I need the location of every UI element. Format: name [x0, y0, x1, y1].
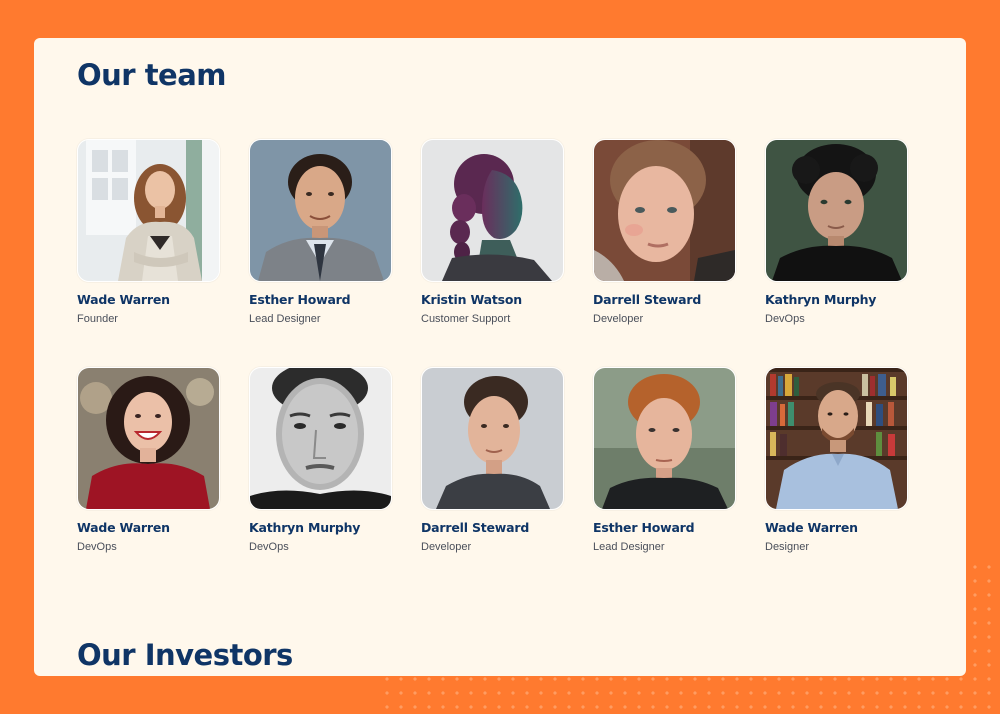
member-name: Kathryn Murphy [765, 292, 877, 307]
member-photo [421, 367, 564, 510]
member-role: Designer [765, 541, 810, 553]
member-photo [249, 367, 392, 510]
member-photo [77, 367, 220, 510]
team-member-card[interactable]: Darrell Steward Developer [593, 139, 736, 325]
team-member-card[interactable]: Kathryn Murphy DevOps [249, 367, 392, 553]
portrait-man-red-hair [594, 368, 735, 509]
content-card: Our team Wade Warren Founder Esther Howa… [34, 38, 966, 676]
member-photo [77, 139, 220, 282]
member-photo [249, 139, 392, 282]
member-role: Lead Designer [593, 541, 665, 553]
team-member-card[interactable]: Darrell Steward Developer [421, 367, 564, 553]
member-role: Lead Designer [249, 313, 321, 325]
team-member-card[interactable]: Wade Warren DevOps [77, 367, 220, 553]
member-name: Wade Warren [77, 292, 170, 307]
member-role: DevOps [765, 313, 805, 325]
member-name: Darrell Steward [421, 520, 530, 535]
team-member-card[interactable]: Esther Howard Lead Designer [593, 367, 736, 553]
investors-section-title: Our Investors [77, 638, 293, 672]
portrait-woman-blazer-window [78, 140, 219, 281]
member-role: Customer Support [421, 313, 511, 325]
team-member-card[interactable]: Wade Warren Designer [765, 367, 908, 553]
member-photo [421, 139, 564, 282]
member-role: Developer [593, 313, 644, 325]
portrait-man-grey-sweater [250, 140, 391, 281]
member-role: DevOps [77, 541, 117, 553]
team-grid: Wade Warren Founder Esther Howard Lead D… [77, 139, 908, 553]
member-name: Kristin Watson [421, 292, 522, 307]
member-name: Esther Howard [593, 520, 695, 535]
portrait-man-black-white [250, 368, 391, 509]
portrait-man-grey-background [422, 368, 563, 509]
portrait-man-bookshelf [766, 368, 907, 509]
member-name: Wade Warren [77, 520, 170, 535]
member-photo [765, 367, 908, 510]
member-photo [593, 367, 736, 510]
member-name: Darrell Steward [593, 292, 702, 307]
member-name: Esther Howard [249, 292, 351, 307]
team-member-card[interactable]: Kathryn Murphy DevOps [765, 139, 908, 325]
team-member-card[interactable]: Kristin Watson Customer Support [421, 139, 564, 325]
portrait-man-curly-hair [766, 140, 907, 281]
portrait-woman-closeup [594, 140, 735, 281]
member-name: Kathryn Murphy [249, 520, 361, 535]
member-photo [765, 139, 908, 282]
member-role: Founder [77, 313, 118, 325]
member-role: Developer [421, 541, 472, 553]
member-photo [593, 139, 736, 282]
team-member-card[interactable]: Esther Howard Lead Designer [249, 139, 392, 325]
member-name: Wade Warren [765, 520, 858, 535]
portrait-woman-red-sweater [78, 368, 219, 509]
page: Our team Wade Warren Founder Esther Howa… [0, 0, 1000, 714]
portrait-woman-profile-purple [422, 140, 563, 281]
member-role: DevOps [249, 541, 289, 553]
team-section-title: Our team [77, 58, 227, 92]
team-member-card[interactable]: Wade Warren Founder [77, 139, 220, 325]
